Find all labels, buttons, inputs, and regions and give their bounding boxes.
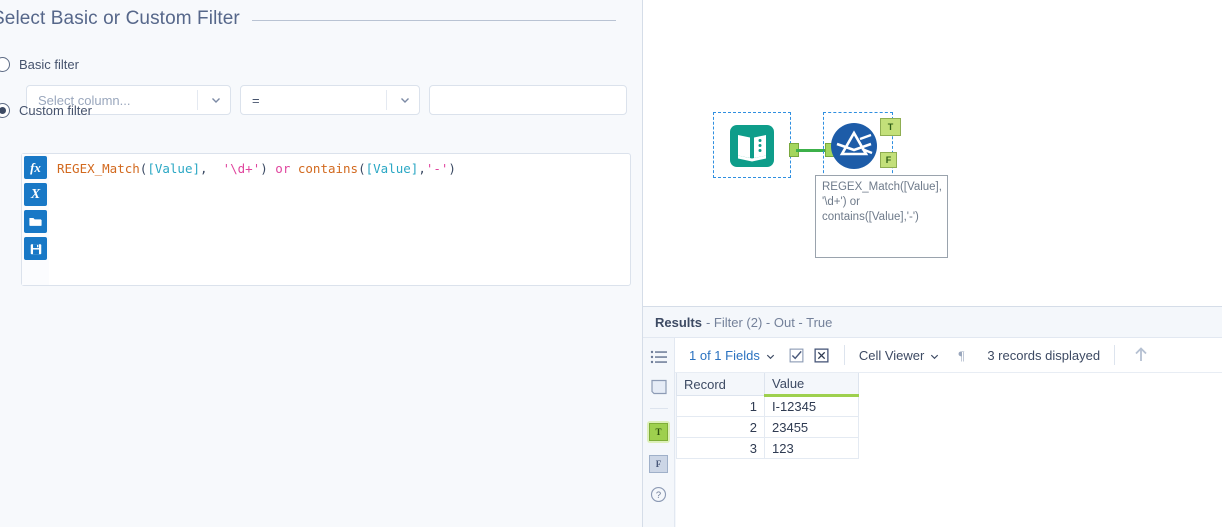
arrow-up-icon[interactable] [1133,347,1149,363]
results-panel: Results - Filter (2) - Out - True T F ? [643,306,1222,527]
save-icon [30,243,41,254]
table-row[interactable]: 2 23455 [676,416,859,438]
table-header-row: Record Value [676,373,859,397]
column-header-record[interactable]: Record [676,373,765,396]
chevron-down-icon[interactable] [765,350,776,361]
expression-token: REGEX_Match [57,161,140,176]
table-row[interactable]: 3 123 [676,437,859,459]
expression-token: or [267,161,298,176]
cell-record[interactable]: 1 [676,395,765,417]
expression-token: , [200,161,216,176]
output-anchor-true-button[interactable]: T [647,421,670,443]
expression-token: '\d+' [215,161,261,176]
fields-selector[interactable]: 1 of 1 Fields [689,348,760,363]
custom-filter-radio-circle[interactable] [0,103,10,118]
save-expression-button[interactable] [24,237,47,260]
filter-true-anchor[interactable]: T [880,118,901,136]
pilcrow-icon[interactable]: ¶ [953,347,969,363]
basic-filter-radio-circle[interactable] [0,57,10,72]
help-icon[interactable]: ? [649,485,669,503]
workflow-canvas[interactable]: T F REGEX_Match([Value], '\d+') or conta… [643,0,1222,306]
toolbar-divider [843,345,845,365]
expression-editor-toolbar: fx X [22,154,49,285]
expression-text[interactable]: REGEX_Match([Value], '\d+') or contains(… [49,154,630,285]
metadata-list-icon[interactable] [649,348,669,366]
custom-filter-label: Custom filter [19,103,92,118]
records-displayed-label: 3 records displayed [987,347,1101,363]
chevron-down-icon [210,94,221,105]
text-input-tool-icon[interactable] [729,124,775,168]
expression-token: ( [358,161,366,176]
cell-value[interactable]: 123 [764,437,859,459]
results-title: Results [655,314,702,330]
expression-editor[interactable]: fx X REGEX_Match([Value], '\d+') or cont… [21,153,631,286]
results-sidebar: T F ? [643,338,675,527]
checkbox-crossed-icon[interactable] [814,347,830,363]
open-expression-button[interactable] [24,210,47,233]
tool-annotation[interactable]: REGEX_Match([Value], '\d+') or contains(… [815,175,948,258]
results-subtitle: - Filter (2) - Out - True [705,314,833,330]
column-header-value[interactable]: Value [764,373,859,397]
operator-select-value: = [252,92,260,108]
data-profile-icon[interactable] [649,378,669,396]
chevron-down-icon[interactable] [929,350,940,361]
toolbar-divider-2 [1114,345,1116,365]
basic-filter-radio[interactable]: Basic filter [0,57,79,72]
expression-token: [Value] [147,161,201,176]
table-body: 1 I-12345 2 23455 3 123 [676,395,859,459]
filter-configuration-panel: Select Basic or Custom Filter Basic filt… [0,0,643,527]
cell-record[interactable]: 2 [676,416,765,438]
results-table: Record Value 1 I-12345 2 23455 3 123 [676,373,859,459]
expression-token: ) [260,161,268,176]
cell-value[interactable]: 23455 [764,416,859,438]
table-row[interactable]: 1 I-12345 [676,395,859,417]
group-header: Select Basic or Custom Filter [0,6,632,32]
folder-icon [29,217,42,226]
cell-value[interactable]: I-12345 [764,395,859,417]
results-titlebar: Results - Filter (2) - Out - True [643,306,1222,338]
filter-value-input[interactable] [429,85,627,115]
svg-text:?: ? [656,489,661,500]
svg-text:¶: ¶ [958,348,964,363]
page-title: Select Basic or Custom Filter [0,8,240,29]
checkbox-checked-icon[interactable] [789,347,805,363]
cell-record[interactable]: 3 [676,437,765,459]
sidebar-divider [649,408,668,409]
basic-filter-controls: Select column... = [26,85,627,115]
results-grid[interactable]: Record Value 1 I-12345 2 23455 3 123 [676,373,1222,527]
filter-false-anchor[interactable]: F [880,152,897,168]
output-anchor-true-label: T [649,423,668,441]
expression-token: '-' [425,161,449,176]
insert-variable-button[interactable]: X [24,183,47,206]
filter-tool-icon[interactable] [830,122,878,170]
custom-filter-radio[interactable]: Custom filter [0,103,92,118]
basic-filter-label: Basic filter [19,57,79,72]
insert-function-button[interactable]: fx [24,156,47,179]
expression-token: [Value] [365,161,419,176]
cell-viewer-selector[interactable]: Cell Viewer [859,348,925,363]
expression-token: , [418,161,426,176]
output-anchor-false-button[interactable]: F [649,455,668,473]
operator-select[interactable]: = [240,85,420,115]
group-header-rule [251,20,616,21]
expression-token: contains [297,161,359,176]
results-toolbar: 1 of 1 Fields Cell Viewer ¶ 3 records di… [675,338,1222,373]
chevron-down-icon [399,94,410,105]
expression-token: ) [448,161,456,176]
